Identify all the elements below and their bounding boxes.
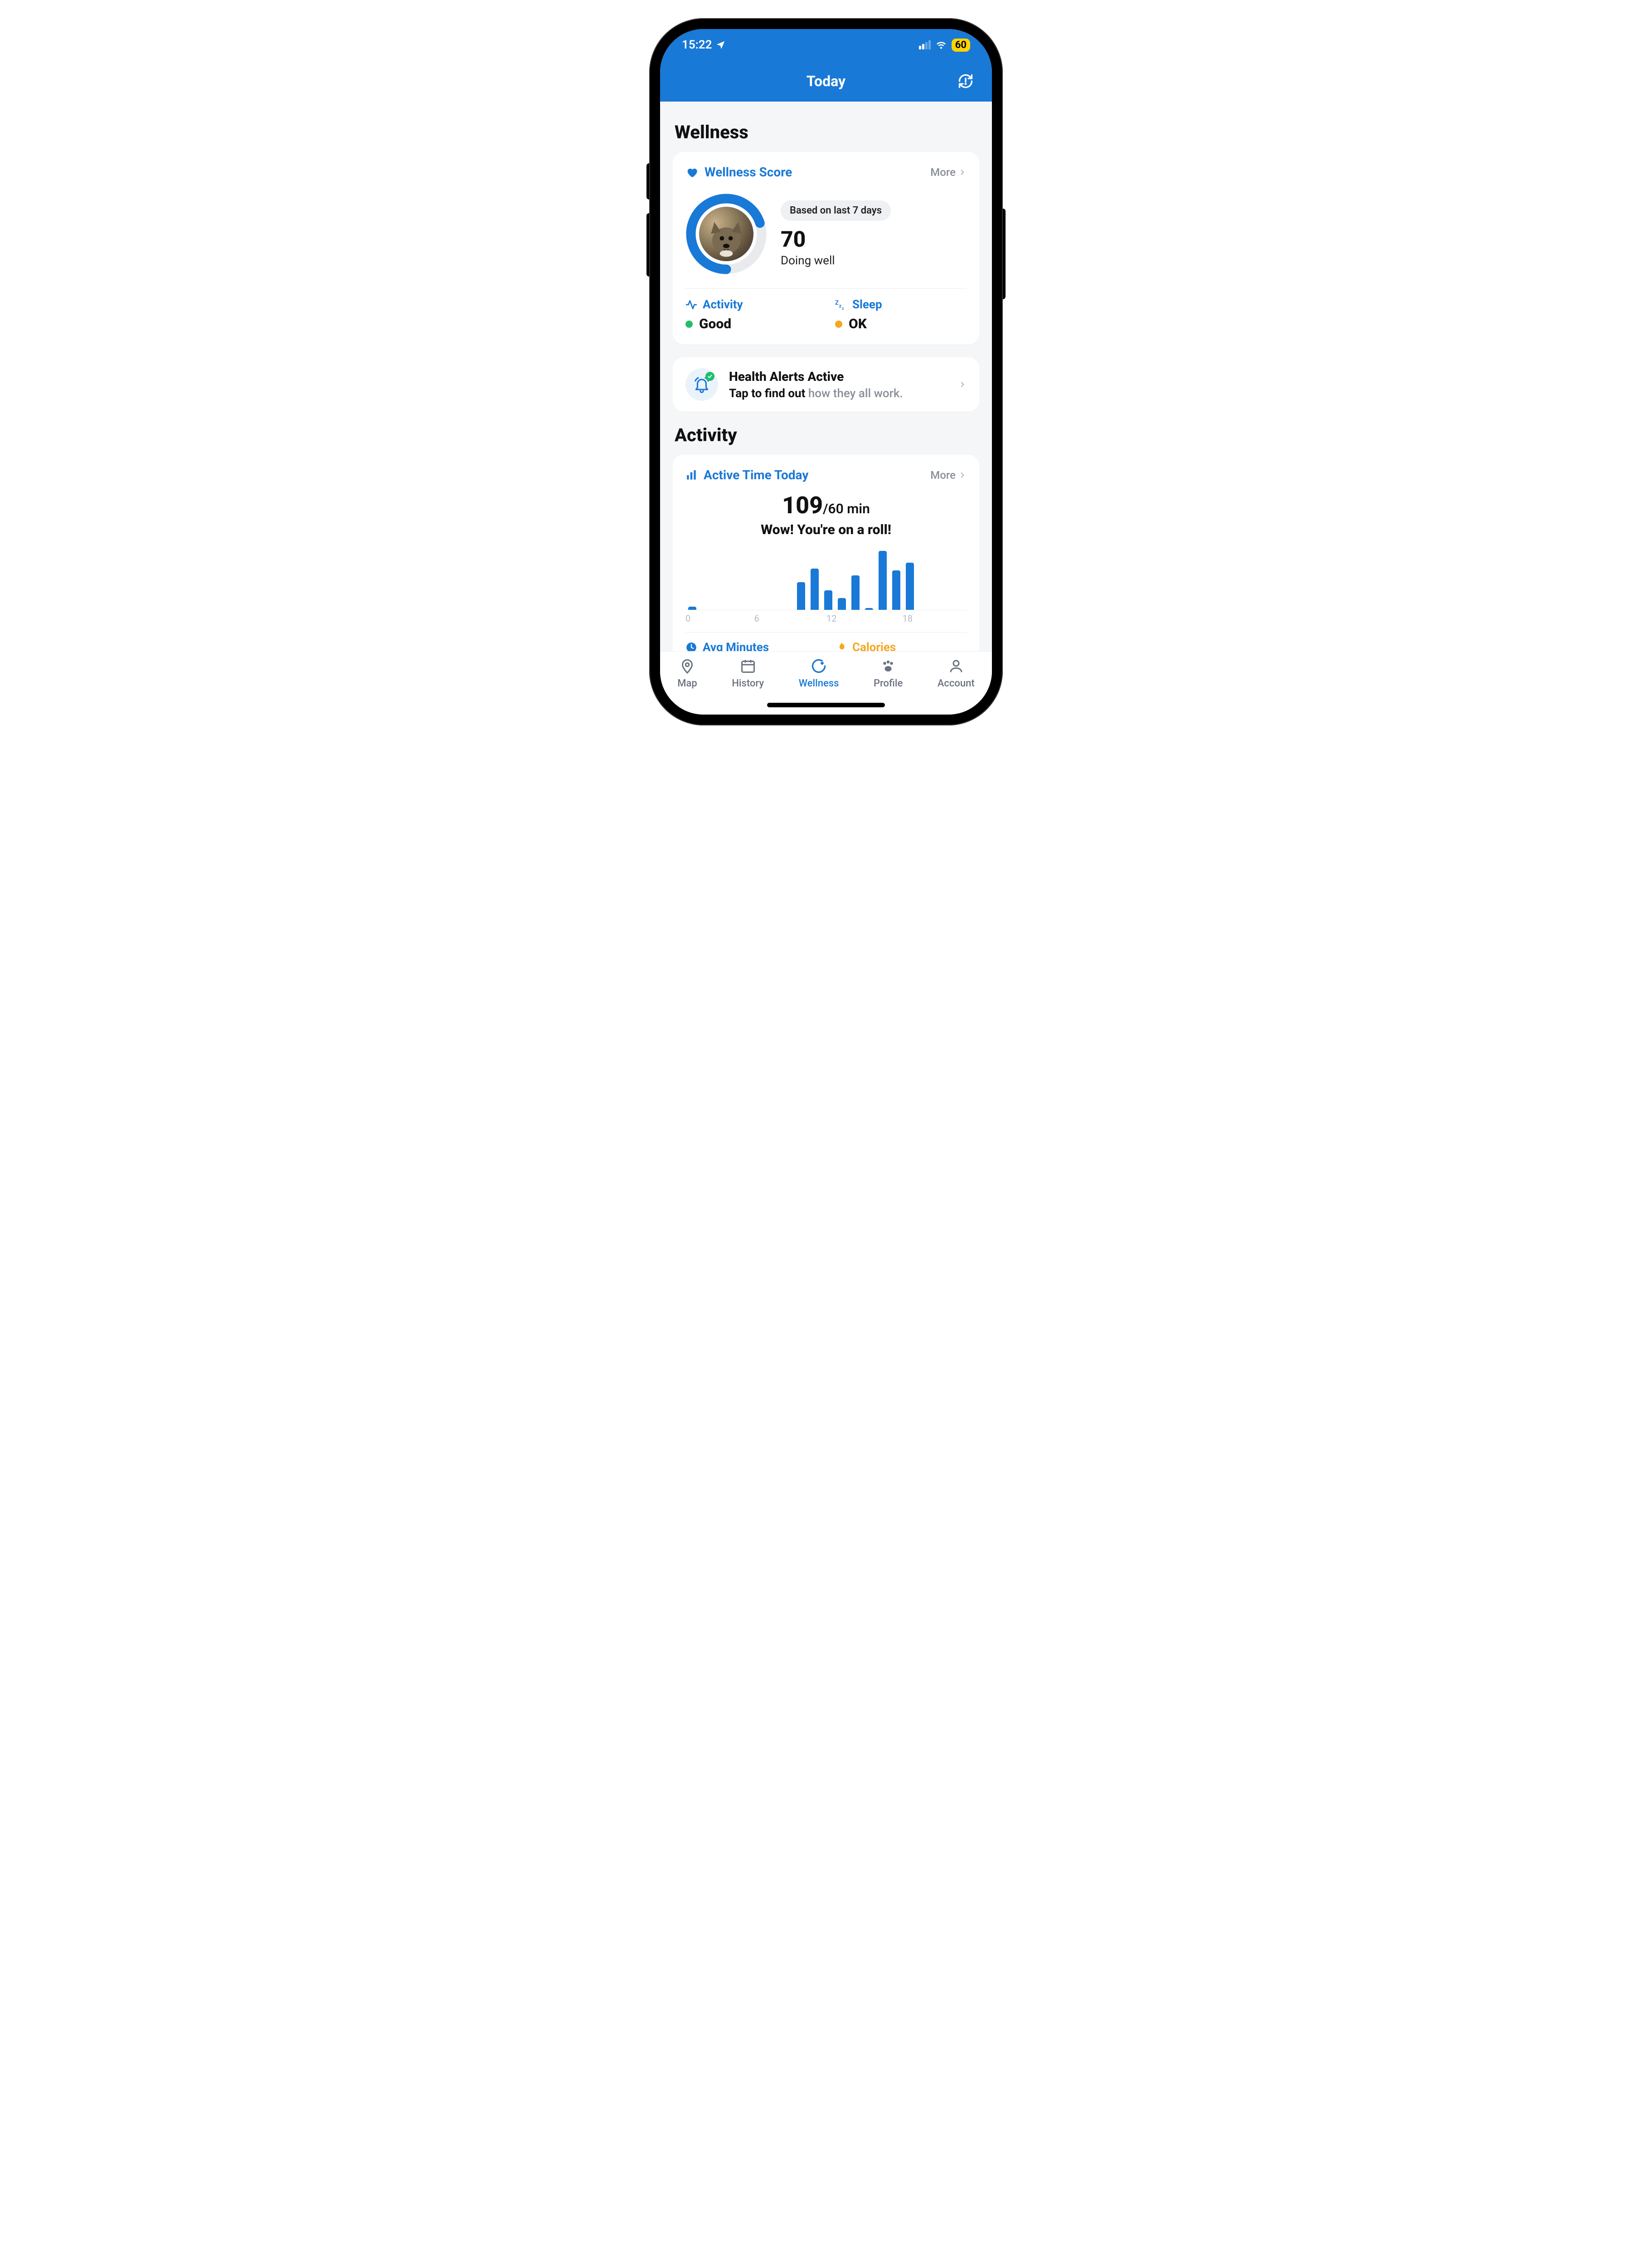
wellness-score-value: 70: [781, 226, 967, 252]
pet-avatar: [699, 207, 753, 261]
alert-subtitle: Tap to find out how they all work.: [729, 387, 947, 400]
refresh-icon[interactable]: [957, 73, 974, 89]
map-pin-icon: [679, 658, 695, 674]
status-time: 15:22: [682, 38, 712, 52]
activity-more-link[interactable]: More: [930, 469, 967, 482]
status-dot-green: [685, 321, 693, 328]
heart-icon: [685, 166, 698, 179]
check-badge-icon: [705, 372, 714, 381]
sleep-stat[interactable]: Zzz Sleep OK: [835, 298, 967, 332]
svg-text:Z: Z: [835, 300, 839, 306]
paw-icon: [880, 658, 896, 674]
calendar-icon: [740, 658, 756, 674]
score-basis-pill: Based on last 7 days: [781, 200, 891, 221]
person-icon: [948, 658, 964, 674]
svg-text:z: z: [839, 303, 842, 309]
wellness-section-title: Wellness: [675, 122, 979, 143]
divider: [685, 288, 967, 289]
hourly-bar-chart: [685, 547, 967, 610]
tab-map[interactable]: Map: [677, 658, 697, 689]
wellness-score-card[interactable]: Wellness Score More: [673, 152, 979, 345]
bar-chart-icon: [685, 469, 697, 481]
nav-header: Today: [660, 61, 992, 102]
calories-metric: Calories 748 kcal: [835, 641, 967, 651]
page-title: Today: [807, 73, 845, 90]
signal-icon: [919, 40, 931, 49]
alert-title: Health Alerts Active: [729, 369, 947, 384]
active-message: Wow! You're on a roll!: [685, 522, 967, 538]
active-time-title: Active Time Today: [704, 467, 808, 482]
wifi-icon: [935, 39, 947, 51]
chart-x-axis: 0 6 12 18: [685, 613, 967, 624]
sleep-icon: Zzz: [835, 299, 847, 311]
tab-profile[interactable]: Profile: [874, 658, 903, 689]
wellness-icon: [811, 658, 827, 674]
home-indicator[interactable]: [767, 703, 885, 707]
activity-stat[interactable]: Activity Good: [685, 298, 817, 332]
activity-section-title: Activity: [675, 424, 979, 446]
wellness-card-title: Wellness Score: [705, 165, 792, 180]
tab-account[interactable]: Account: [938, 658, 975, 689]
activity-icon: [685, 299, 697, 311]
status-dot-orange: [835, 321, 842, 328]
tab-wellness[interactable]: Wellness: [799, 658, 839, 689]
chevron-right-icon: [958, 168, 967, 176]
active-goal-suffix: /60 min: [823, 501, 870, 517]
location-arrow-icon: [716, 40, 726, 50]
health-alerts-card[interactable]: Health Alerts Active Tap to find out how…: [673, 357, 979, 412]
wellness-more-link[interactable]: More: [930, 166, 967, 179]
wellness-score-text: Doing well: [781, 254, 967, 268]
chevron-right-icon: [958, 471, 967, 479]
svg-text:z: z: [842, 306, 844, 311]
active-time-card[interactable]: Active Time Today More 109/60 min Wow! Y…: [673, 455, 979, 651]
clock-icon: [685, 642, 697, 651]
bell-icon-wrap: [685, 368, 718, 401]
tab-history[interactable]: History: [732, 658, 764, 689]
chevron-right-icon: [958, 380, 967, 389]
active-minutes-value: 109: [782, 491, 823, 519]
battery-badge: 60: [952, 39, 970, 52]
content-scroll[interactable]: Wellness Wellness Score More: [660, 102, 992, 651]
avg-minutes-metric: Avg Minutes 171 min avg: [685, 641, 817, 651]
flame-icon: [835, 642, 847, 651]
wellness-score-ring: [685, 193, 767, 275]
status-bar: 15:22 60: [660, 29, 992, 61]
